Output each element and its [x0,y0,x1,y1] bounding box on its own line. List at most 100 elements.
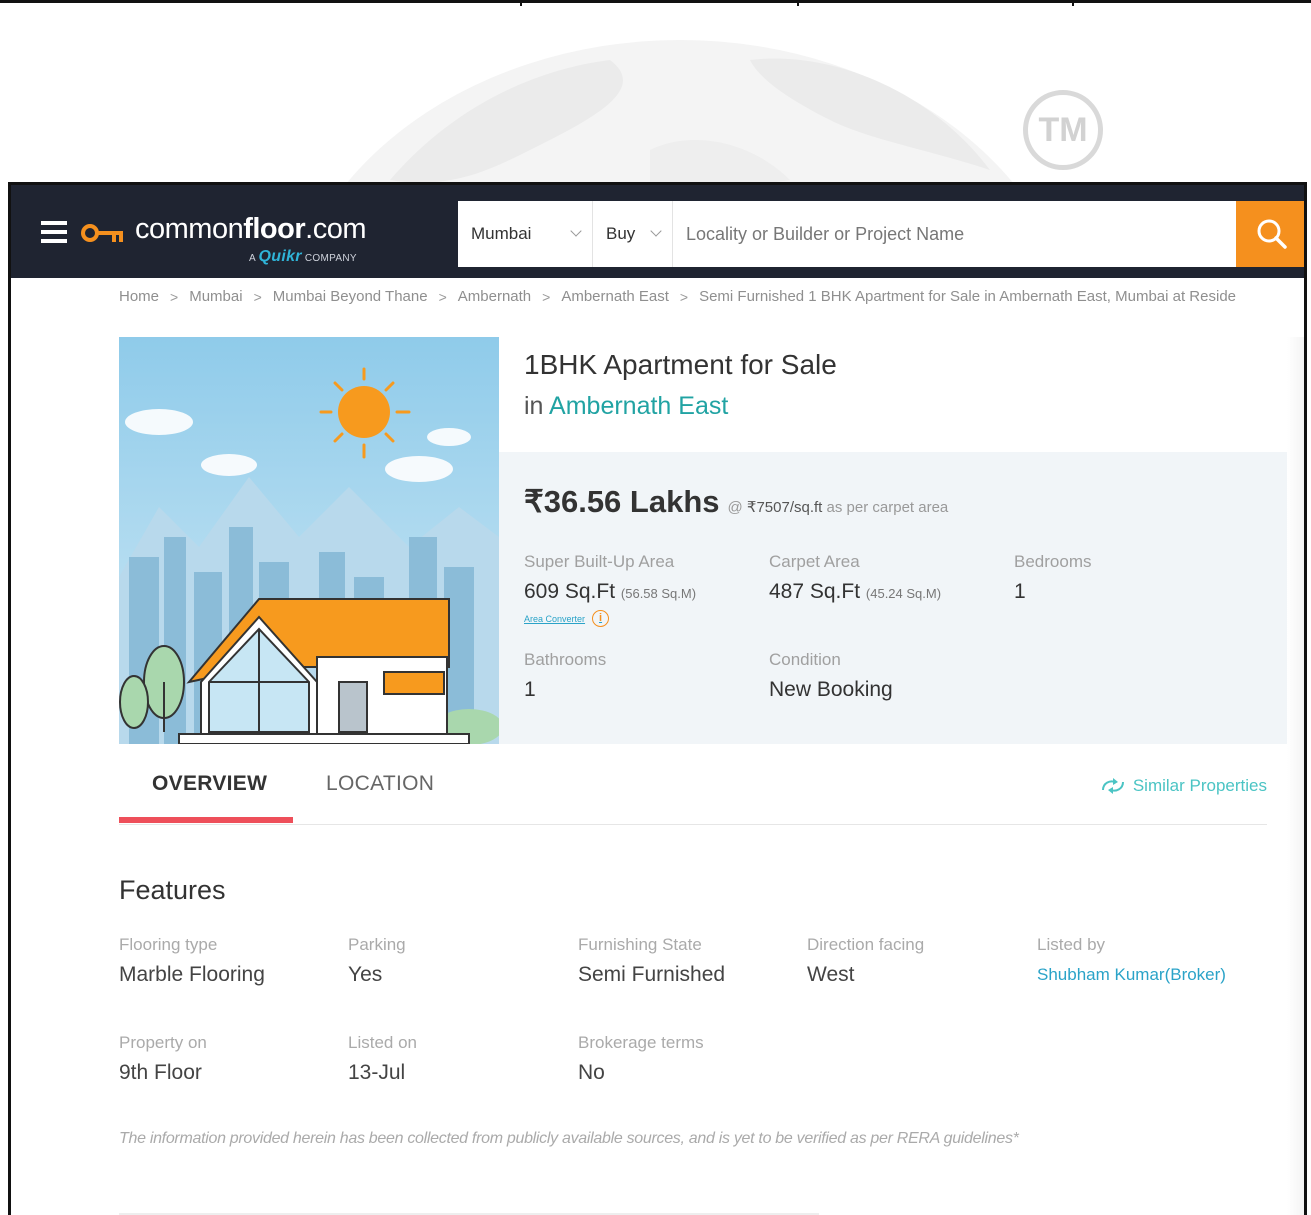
locality-link[interactable]: Ambernath East [549,392,728,420]
feature-parking: Parking Yes [348,935,406,987]
detail-tabs: OVERVIEW LOCATION Similar Properties [119,750,1267,825]
breadcrumb-current: Semi Furnished 1 BHK Apartment for Sale … [699,288,1237,305]
feature-value: 13-Jul [348,1061,406,1084]
price-row: ₹36.56 Lakhs @ ₹7507/sq.ft as per carpet… [524,484,948,520]
site-header: commonfloor.com A Quikr COMPANY Mumbai B… [11,185,1304,278]
feature-listed-by: Listed by Shubham Kumar(Broker) [1037,935,1226,985]
property-title: 1BHK Apartment for Sale [524,349,837,380]
chevron-right-icon: > [253,288,262,305]
property-image[interactable] [119,337,499,744]
property-locality: in Ambernath East [524,392,728,421]
spec-value: 1 [1014,580,1026,603]
feature-furnishing: Furnishing State Semi Furnished [578,935,725,987]
logo-text-bold: floor [243,213,306,245]
breadcrumb-area[interactable]: Ambernath [458,288,531,305]
spec-label: Bedrooms [1014,552,1092,571]
rate-note: as per carpet area [826,499,949,516]
feature-value: 9th Floor [119,1061,202,1084]
quikr-brand: Quikr [258,248,302,265]
chevron-down-icon [570,225,582,237]
spec-bedrooms: Bedrooms 1 [1014,552,1091,604]
refresh-icon [1101,778,1124,794]
property-specs: ₹36.56 Lakhs @ ₹7507/sq.ft as per carpet… [499,452,1287,744]
breadcrumb-locality[interactable]: Ambernath East [561,288,669,305]
feature-floor: Property on 9th Floor [119,1033,207,1085]
feature-label: Property on [119,1033,207,1052]
menu-icon[interactable] [41,221,67,245]
spec-label: Bathrooms [524,650,607,669]
breadcrumb: Home > Mumbai > Mumbai Beyond Thane > Amber… [119,288,1236,305]
city-dropdown[interactable]: Mumbai [458,201,593,267]
rera-disclaimer: The information provided herein has been… [119,1130,1019,1147]
feature-value: Marble Flooring [119,963,265,986]
feature-label: Flooring type [119,935,218,954]
feature-value: Yes [348,963,383,986]
chevron-right-icon: > [438,288,447,305]
feature-label: Direction facing [807,935,925,954]
column-tick [1072,0,1074,6]
browser-frame: commonfloor.com A Quikr COMPANY Mumbai B… [8,182,1307,1215]
feature-value: Semi Furnished [578,963,726,986]
tab-overview[interactable]: OVERVIEW [152,772,267,796]
feature-listed-on: Listed on 13-Jul [348,1033,417,1085]
chevron-right-icon: > [170,288,179,305]
price-value: ₹36.56 Lakhs [524,484,720,519]
similar-properties-link[interactable]: Similar Properties [1097,776,1267,796]
features-heading: Features [119,875,226,905]
type-value: Buy [606,224,636,243]
top-border-line [0,0,1311,3]
area-converter-link[interactable]: Area Converter i [524,610,696,627]
chevron-right-icon: > [542,288,551,305]
property-summary: 1BHK Apartment for Sale in Ambernath Eas… [499,337,1287,744]
search-button[interactable] [1236,201,1304,267]
active-tab-indicator [119,817,293,823]
feature-brokerage: Brokerage terms No [578,1033,704,1085]
logo-text-suffix: .com [305,213,366,245]
feature-direction: Direction facing West [807,935,924,987]
spec-label: Carpet Area [769,552,860,571]
feature-flooring: Flooring type Marble Flooring [119,935,265,987]
feature-label: Brokerage terms [578,1033,704,1052]
broker-link[interactable]: Shubham Kumar(Broker) [1037,965,1226,985]
buy-rent-dropdown[interactable]: Buy [593,201,673,267]
chevron-down-icon [650,225,662,237]
price-rate: @ ₹7507/sq.ft as per carpet area [727,499,949,516]
right-panel-shadow [1287,337,1304,1215]
spec-value: 1 [524,678,536,701]
search-input[interactable] [686,219,1226,249]
spec-value: 609 Sq.Ft (56.58 Sq.M) [524,580,697,603]
feature-value: West [807,963,855,986]
spec-carpet-area: Carpet Area 487 Sq.Ft (45.24 Sq.M) [769,552,941,604]
breadcrumb-region[interactable]: Mumbai Beyond Thane [273,288,428,305]
spec-sub: (45.24 Sq.M) [865,586,942,601]
rate-value: ₹7507/sq.ft [746,499,823,516]
feature-label: Parking [348,935,406,954]
spec-super-area: Super Built-Up Area 609 Sq.Ft (56.58 Sq.… [524,552,696,627]
chevron-right-icon: > [679,288,689,305]
tab-location[interactable]: LOCATION [326,772,434,796]
feature-label: Listed on [348,1033,417,1052]
column-tick [797,0,799,6]
spec-bathrooms: Bathrooms 1 [524,650,606,702]
trademark-watermark: TM [1023,90,1103,170]
key-icon [81,224,123,242]
logo-text-light: common [135,213,244,245]
city-value: Mumbai [471,224,532,243]
search-icon [1257,219,1287,249]
spec-sub: (56.58 Sq.M) [620,586,697,601]
spec-value: 487 Sq.Ft (45.24 Sq.M) [769,580,942,603]
feature-label: Listed by [1037,935,1106,954]
feature-label: Furnishing State [578,935,702,954]
breadcrumb-home[interactable]: Home [119,288,159,305]
search-bar: Mumbai Buy [458,201,1304,267]
breadcrumb-city[interactable]: Mumbai [189,288,242,305]
spec-value: New Booking [769,678,893,701]
feature-value: No [578,1061,605,1084]
spec-label: Super Built-Up Area [524,552,675,571]
column-tick [520,0,522,6]
property-heading: 1BHK Apartment for Sale in Ambernath Eas… [499,337,1287,452]
locality-prefix: in [524,392,544,420]
info-icon[interactable]: i [592,610,610,627]
spec-label: Condition [769,650,841,669]
spec-condition: Condition New Booking [769,650,893,702]
